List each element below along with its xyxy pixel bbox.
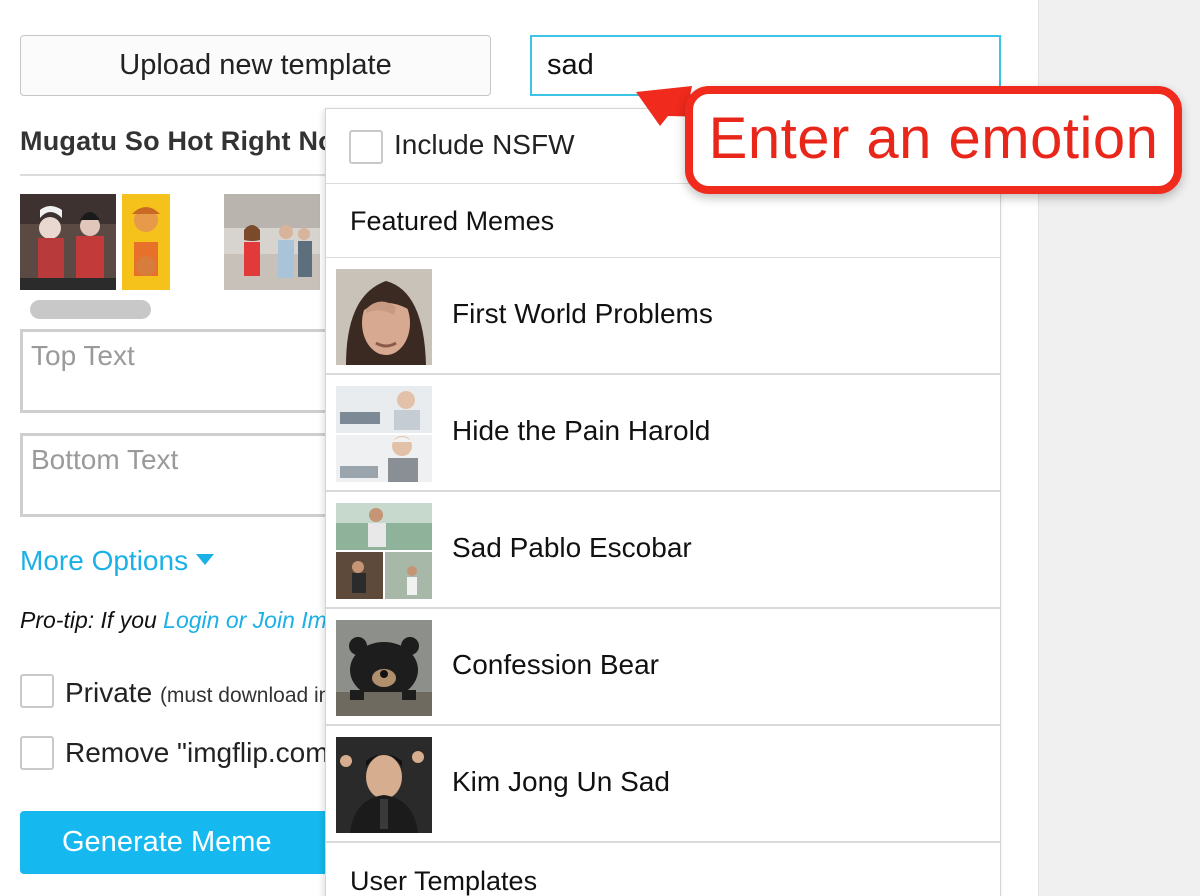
remove-watermark-label: Remove "imgflip.com" watermark bbox=[65, 737, 327, 768]
meme-thumbnail bbox=[336, 620, 432, 716]
meme-result-name: Kim Jong Un Sad bbox=[452, 766, 670, 797]
caret-down-icon bbox=[196, 554, 215, 566]
meme-thumbnail bbox=[336, 269, 432, 365]
meme-thumbnail bbox=[336, 386, 432, 482]
bottom-text-input[interactable]: Bottom Text bbox=[20, 433, 325, 517]
private-option-label: Private (must download image) bbox=[65, 677, 327, 709]
generate-meme-button[interactable]: Generate Meme bbox=[20, 811, 325, 874]
meme-result-item[interactable]: Sad Pablo Escobar bbox=[326, 492, 1000, 609]
private-note: (must download image) bbox=[159, 684, 327, 707]
private-checkbox[interactable] bbox=[20, 674, 54, 708]
meme-result-name: Confession Bear bbox=[452, 649, 660, 680]
user-templates-header: User Templates bbox=[326, 844, 1000, 896]
meme-result-item[interactable]: Kim Jong Un Sad bbox=[326, 726, 1000, 843]
annotation-callout: Enter an emotion bbox=[685, 86, 1182, 194]
template-title: Mugatu So Hot Right Now bbox=[20, 126, 325, 156]
meme-result-name: Hide the Pain Harold bbox=[452, 415, 711, 446]
login-join-link[interactable]: Login or Join Imgflip bbox=[163, 607, 325, 633]
template-thumbnail[interactable] bbox=[20, 194, 116, 290]
meme-result-name: First World Problems bbox=[452, 298, 713, 329]
pro-tip-text: Pro-tip: If you Login or Join Imgflip bbox=[20, 607, 325, 634]
template-thumbnail[interactable] bbox=[122, 194, 170, 290]
meme-thumbnail bbox=[336, 737, 432, 833]
meme-result-name: Sad Pablo Escobar bbox=[452, 532, 692, 563]
more-options-toggle[interactable]: More Options bbox=[20, 545, 215, 577]
upload-template-button[interactable]: Upload new template bbox=[20, 35, 491, 96]
pro-tip-prefix: Pro-tip: If you bbox=[20, 607, 164, 633]
title-divider bbox=[20, 174, 325, 176]
thumbnail-scrollbar[interactable] bbox=[30, 300, 151, 319]
template-thumbnail[interactable] bbox=[224, 194, 320, 290]
include-nsfw-label: Include NSFW bbox=[394, 129, 575, 160]
meme-result-item[interactable]: First World Problems bbox=[326, 258, 1000, 375]
include-nsfw-checkbox[interactable] bbox=[349, 130, 383, 164]
meme-result-item[interactable]: Hide the Pain Harold bbox=[326, 375, 1000, 492]
top-text-input[interactable]: Top Text bbox=[20, 329, 325, 413]
search-results-dropdown: Include NSFW Featured Memes First World … bbox=[325, 108, 1001, 896]
more-options-label[interactable]: More Options bbox=[20, 545, 188, 576]
meme-result-item[interactable]: Confession Bear bbox=[326, 609, 1000, 726]
meme-thumbnail bbox=[336, 503, 432, 599]
remove-watermark-checkbox[interactable] bbox=[20, 736, 54, 770]
featured-memes-header: Featured Memes bbox=[326, 184, 1000, 258]
private-label: Private bbox=[65, 677, 153, 708]
